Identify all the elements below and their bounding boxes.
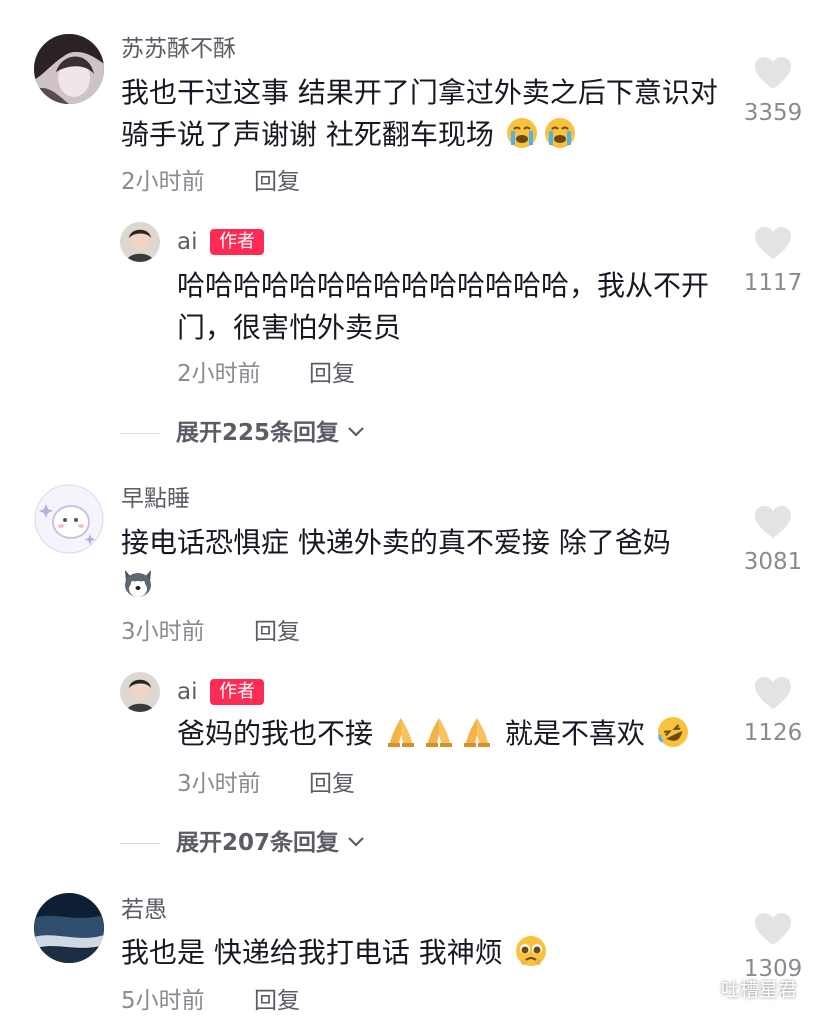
wechat-icon [686,979,715,1001]
like-button[interactable]: 1309 [733,912,813,984]
heart-icon [755,227,791,259]
heart-icon [755,506,791,538]
like-count: 1117 [743,270,803,296]
author-badge: 作者 [210,679,264,705]
author-reply-text-content: 爸妈的我也不接 [177,717,374,750]
rolling-laughing-face-icon [657,717,688,747]
like-count: 1126 [743,720,803,746]
author-username[interactable]: ai [177,677,197,707]
author-badge: 作者 [210,229,264,255]
comment-text-content: 接电话恐惧症 快递外卖的真不爱接 除了爸妈 [121,526,671,559]
reply-button[interactable]: 回复 [309,769,355,799]
like-button[interactable]: 3081 [733,505,813,577]
heart-icon [755,913,791,945]
watermark-text: 吐槽星君 [720,979,797,1001]
avatar[interactable] [34,484,104,554]
comment-timestamp: 5小时前 [121,988,205,1014]
comment-username[interactable]: 若愚 [121,895,167,925]
expand-replies-label: 展开225条回复 [176,420,340,446]
comment-timestamp: 3小时前 [121,619,205,645]
avatar[interactable] [34,893,104,963]
author-username[interactable]: ai [177,227,197,257]
author-avatar[interactable] [120,672,160,712]
reply-button[interactable]: 回复 [254,167,300,197]
divider [120,843,160,844]
comment-username[interactable]: 早點睡 [121,484,190,514]
reply-button[interactable]: 回复 [254,617,300,647]
comment-text: 我也是 快递给我打电话 我神烦 [121,932,721,974]
folded-hands-icon [463,718,490,747]
comment-timestamp: 2小时前 [121,169,205,195]
like-button[interactable]: 1126 [733,676,813,748]
heart-icon [755,677,791,709]
loudly-crying-face-icon [506,118,537,148]
comment-text-content: 我也干过这事 结果开了门拿过外卖之后下意识对骑手说了声谢谢 社死翻车现场 [121,76,718,151]
watermark: 吐槽星君 [686,975,797,1002]
avatar[interactable] [34,34,104,104]
reply-button[interactable]: 回复 [254,986,300,1016]
loudly-crying-face-icon [544,118,575,148]
folded-hands-icon [425,718,452,747]
pleading-face-icon [515,936,546,966]
comment-username[interactable]: 苏苏酥不酥 [121,34,236,64]
author-reply-timestamp: 3小时前 [177,771,261,797]
expand-replies-label: 展开207条回复 [176,830,340,856]
folded-hands-icon [387,718,414,747]
comment-text-content: 我也是 快递给我打电话 我神烦 [121,936,503,969]
author-reply-text-tail: 就是不喜欢 [504,717,645,750]
dog-face-sticker-icon [125,570,151,597]
like-button[interactable]: 3359 [733,56,813,128]
author-reply-text: 哈哈哈哈哈哈哈哈哈哈哈哈哈哈，我从不开门，很害怕外卖员 [177,269,710,344]
comment-text: 接电话恐惧症 快递外卖的真不爱接 除了爸妈 [121,522,721,606]
author-reply-timestamp: 2小时前 [177,361,261,387]
divider [120,433,160,434]
expand-replies-button[interactable]: 展开225条回复 [176,418,365,448]
chevron-down-icon [348,427,364,437]
comment-text: 我也干过这事 结果开了门拿过外卖之后下意识对骑手说了声谢谢 社死翻车现场 [121,72,721,156]
author-reply-text: 爸妈的我也不接 就是不喜欢 [177,713,737,755]
expand-replies-button[interactable]: 展开207条回复 [176,828,365,858]
heart-icon [755,57,791,89]
like-button[interactable]: 1117 [733,226,813,298]
like-count: 3359 [743,100,803,126]
like-count: 3081 [743,549,803,575]
author-avatar[interactable] [120,222,160,262]
reply-button[interactable]: 回复 [309,359,355,389]
chevron-down-icon [348,837,364,847]
